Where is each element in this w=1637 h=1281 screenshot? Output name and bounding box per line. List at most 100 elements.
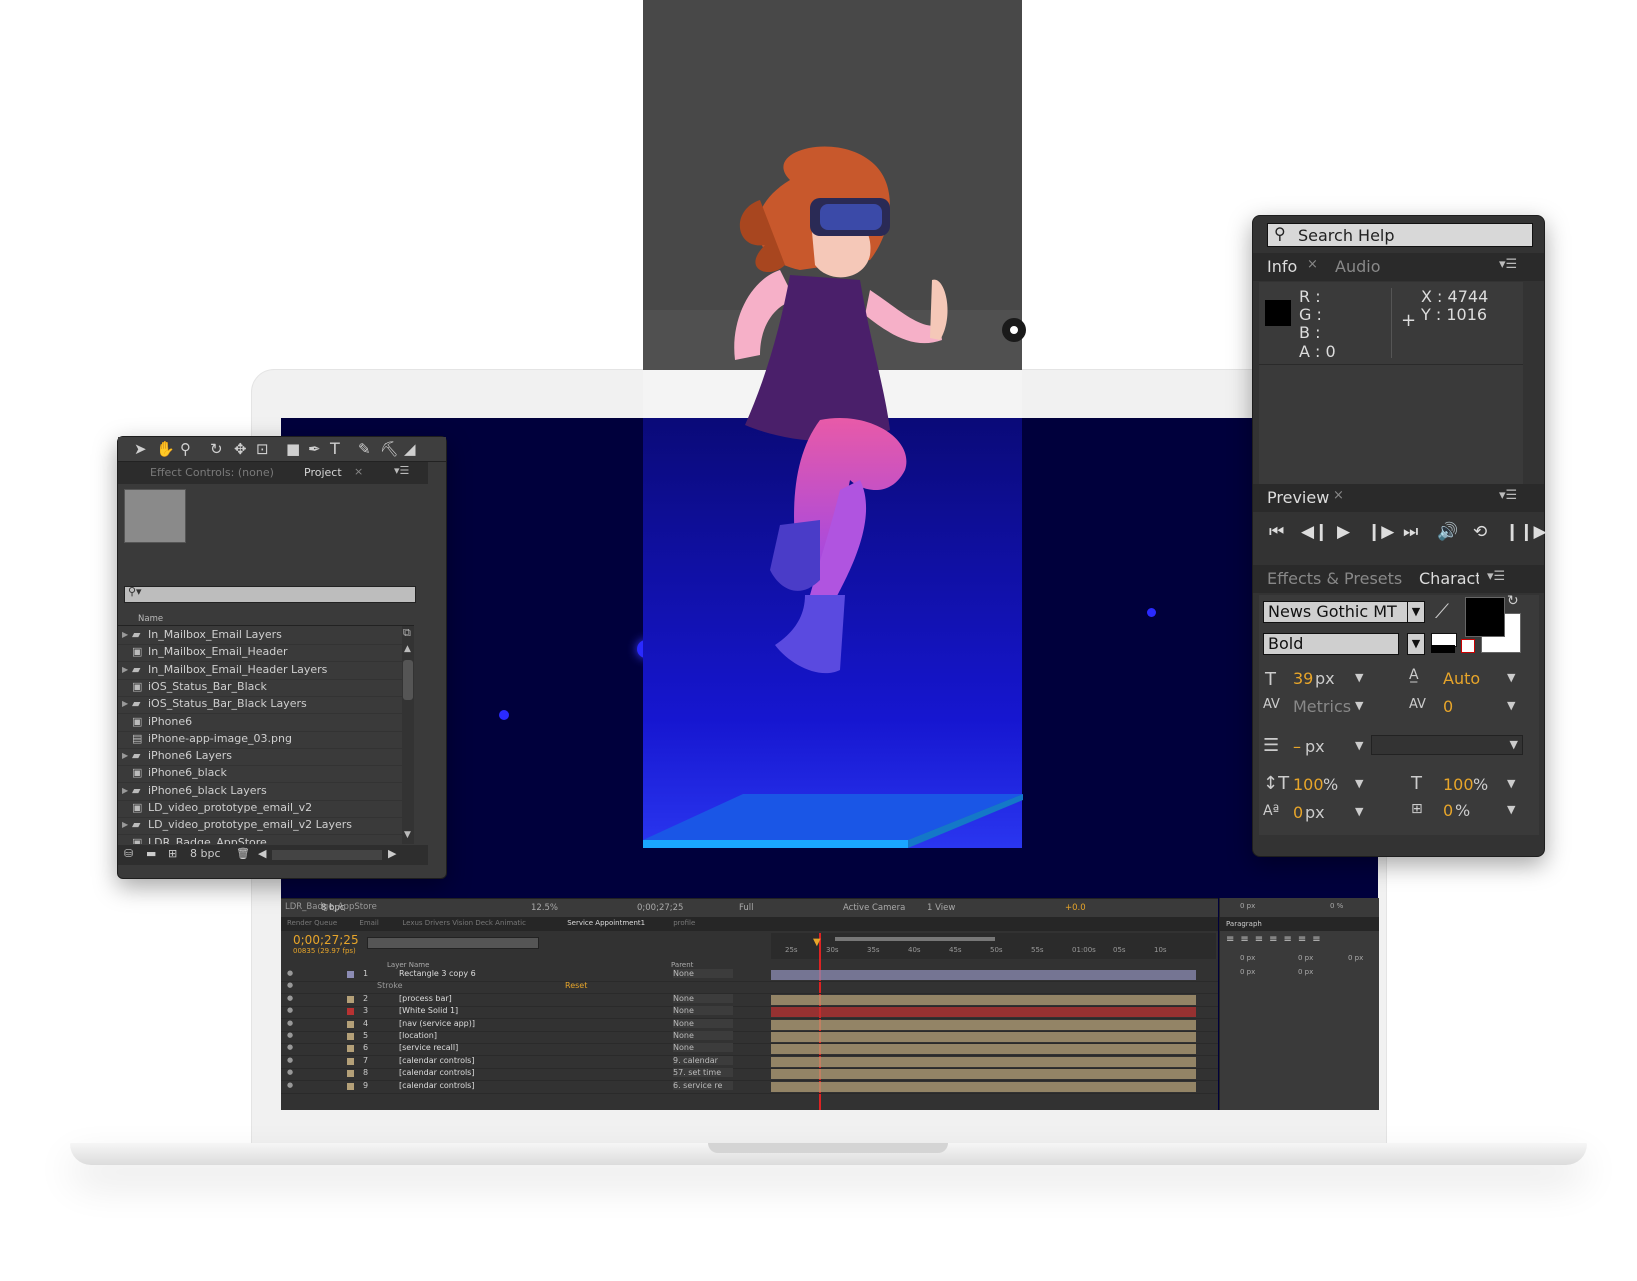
parent-dropdown[interactable]: None	[673, 1031, 733, 1040]
font-size-value[interactable]: 39	[1293, 669, 1313, 688]
play-icon[interactable]: ▶	[1337, 522, 1350, 542]
horizontal-scale-value[interactable]: 100	[1443, 775, 1474, 794]
layer-name[interactable]: [service recall]	[399, 1043, 458, 1052]
camera-dropdown[interactable]: Active Camera	[843, 903, 905, 913]
layer-name[interactable]: Stroke	[377, 981, 403, 990]
timeline-panel[interactable]: Render Queue Email Lexus Drivers Vision De…	[281, 917, 1218, 1110]
chevron-down-icon[interactable]: ▼	[1355, 699, 1363, 712]
tab-effect-controls[interactable]: Effect Controls: (none)	[150, 466, 274, 479]
new-folder-icon[interactable]: ▬	[146, 847, 156, 860]
visibility-icon[interactable]: ●	[287, 1043, 293, 1051]
parent-dropdown[interactable]: None	[673, 1043, 733, 1053]
work-area-bar[interactable]	[835, 937, 995, 941]
alignment-icons[interactable]: ≡≡≡≡≡≡≡	[1226, 934, 1327, 945]
ram-preview-icon[interactable]: ❙❙▶	[1505, 522, 1547, 542]
hand-tool-icon[interactable]: ✋	[156, 440, 175, 458]
exposure-value[interactable]: +0.0	[1065, 903, 1086, 913]
scroll-down-icon[interactable]: ▼	[404, 830, 411, 840]
parent-dropdown[interactable]: None	[673, 1006, 733, 1016]
chevron-down-icon[interactable]: ▼	[1510, 738, 1518, 751]
reset-link[interactable]: Reset	[565, 981, 587, 990]
tab-audio[interactable]: Audio	[1335, 257, 1380, 276]
clone-stamp-tool-icon[interactable]: ⛏	[380, 440, 399, 458]
next-frame-icon[interactable]: ❙▶	[1367, 522, 1394, 542]
project-item[interactable]: ▣ In_Mailbox_Email_Header	[118, 643, 402, 663]
project-item[interactable]: ▣ LD_video_prototype_email_v2	[118, 799, 402, 818]
layer-name[interactable]: [White Solid 1]	[399, 1006, 458, 1015]
scroll-left-icon[interactable]: ◀	[258, 847, 266, 860]
timeline-tab[interactable]: profile	[673, 919, 695, 927]
stroke-width-value[interactable]: –	[1293, 737, 1301, 756]
camera-tool-icon[interactable]: ✥	[234, 440, 247, 458]
label-color-swatch[interactable]	[347, 1070, 354, 1078]
layer-duration-bar[interactable]	[771, 1069, 1196, 1080]
project-item[interactable]: ▣ iPhone6_black	[118, 764, 402, 784]
indent-right-value[interactable]: 0 px	[1298, 954, 1313, 962]
project-search-input[interactable]: ⚲▾	[124, 585, 416, 603]
resolution-dropdown[interactable]: Full	[739, 903, 754, 913]
interpret-footage-icon[interactable]: ⛁	[124, 847, 133, 860]
chevron-down-icon[interactable]: ▼	[1507, 777, 1515, 790]
layer-name[interactable]: [calendar controls]	[399, 1068, 474, 1077]
parent-dropdown[interactable]: None	[673, 993, 733, 1003]
chevron-down-icon[interactable]: ▼	[1507, 699, 1515, 712]
views-dropdown[interactable]: 1 View	[927, 903, 955, 913]
scroll-right-icon[interactable]: ▶	[388, 847, 396, 860]
layer-duration-bar[interactable]	[771, 994, 1196, 1005]
visibility-icon[interactable]: ●	[287, 969, 293, 977]
chevron-down-icon[interactable]: ▼	[1355, 739, 1363, 752]
table-row[interactable]: ● Stroke Reset	[281, 981, 1218, 995]
mute-audio-icon[interactable]: 🔊	[1437, 522, 1458, 542]
indent-first-value[interactable]: 0 px	[1348, 954, 1363, 962]
label-color-swatch[interactable]	[347, 1020, 354, 1028]
tab-effects-presets[interactable]: Effects & Presets	[1267, 569, 1402, 588]
label-color-swatch[interactable]	[347, 1057, 354, 1065]
bpc-label[interactable]: 8 bpc	[321, 903, 345, 913]
visibility-icon[interactable]: ●	[287, 981, 293, 989]
close-icon[interactable]: ×	[354, 465, 363, 478]
space-before-value[interactable]: 0 px	[1240, 968, 1255, 976]
panel-menu-icon[interactable]: ▾☰	[1499, 257, 1517, 272]
close-icon[interactable]: ×	[1307, 257, 1318, 272]
project-item[interactable]: ▶ ▰ iPhone6 Layers	[118, 747, 402, 767]
visibility-icon[interactable]: ●	[287, 1031, 293, 1039]
loop-icon[interactable]: ⟲	[1473, 522, 1487, 542]
horizontal-scrollbar[interactable]	[272, 850, 382, 860]
table-row[interactable]: ● 5 [location] None	[281, 1031, 1218, 1044]
layer-name[interactable]: [calendar controls]	[399, 1056, 474, 1065]
project-item[interactable]: ▶ ▰ In_Mailbox_Email_Header Layers	[118, 661, 402, 680]
label-color-swatch[interactable]	[347, 971, 354, 978]
label-color-swatch[interactable]	[347, 995, 354, 1003]
layer-name[interactable]: [nav (service app)]	[399, 1019, 475, 1028]
close-icon[interactable]: ×	[1333, 488, 1344, 503]
layer-duration-bar[interactable]	[771, 1081, 1196, 1092]
table-row[interactable]: ● 3 [White Solid 1] None	[281, 1006, 1218, 1020]
timeline-search-input[interactable]	[367, 937, 539, 949]
project-item[interactable]: ▣ iPhone6	[118, 713, 402, 732]
last-frame-icon[interactable]: ⏭	[1403, 522, 1418, 542]
tools-toolbar[interactable]: ➤ ✋ ⚲ ↻ ✥ ⊡ ■ ✒ T ✎ ⛏ ◢	[118, 437, 446, 462]
brush-tool-icon[interactable]: ✎	[358, 440, 371, 458]
font-family-dropdown[interactable]: News Gothic MT	[1263, 601, 1409, 623]
previous-frame-icon[interactable]: ◀❙	[1301, 522, 1328, 542]
baseline-shift-value[interactable]: 0	[1293, 803, 1303, 822]
chevron-down-icon[interactable]: ▼	[1407, 633, 1425, 655]
panel-menu-icon[interactable]: ▾☰	[394, 464, 409, 477]
layer-duration-bar[interactable]	[771, 1044, 1196, 1055]
layer-duration-bar[interactable]	[771, 970, 1196, 980]
chevron-down-icon[interactable]: ▼	[1407, 601, 1425, 623]
parent-dropdown[interactable]: None	[673, 1018, 733, 1028]
disclosure-triangle-icon[interactable]: ▶	[122, 747, 128, 765]
rotate-tool-icon[interactable]: ↻	[210, 440, 223, 458]
project-item-list[interactable]: ▶ ▰ In_Mailbox_Email Layers ▣ In_Mailbox_Ema…	[118, 626, 402, 844]
eraser-tool-icon[interactable]: ◢	[404, 440, 416, 458]
search-help-input[interactable]: ⚲ Search Help	[1267, 223, 1533, 247]
fill-color-swatch-front[interactable]	[1465, 597, 1505, 637]
label-color-swatch[interactable]	[347, 1082, 354, 1090]
label-color-swatch[interactable]	[347, 1008, 354, 1016]
visibility-icon[interactable]: ●	[287, 1056, 293, 1064]
layer-name[interactable]: [calendar controls]	[399, 1081, 474, 1090]
column-layer-name[interactable]: Layer Name	[387, 961, 429, 969]
pen-tool-icon[interactable]: ✒	[308, 440, 321, 458]
black-swatch[interactable]	[1431, 645, 1455, 653]
